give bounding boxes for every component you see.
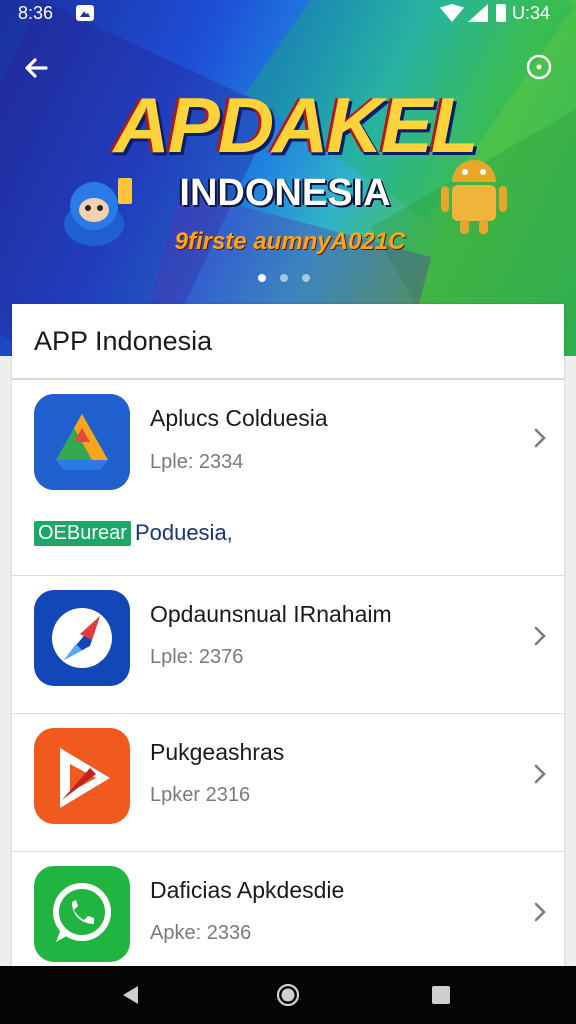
carousel-dot[interactable] [280, 274, 288, 282]
arrow-left-icon[interactable] [20, 52, 52, 84]
app-name: Pukgeashras [150, 739, 285, 765]
banner-tagline: 9firste aumnyA021C [174, 228, 406, 255]
carousel-indicator[interactable] [258, 274, 318, 284]
tag-text: Poduesia, [134, 520, 233, 545]
recents-square-icon[interactable] [431, 985, 451, 1005]
banner-title: APDAKEL [113, 81, 478, 169]
play-triangle-icon [34, 728, 130, 824]
app-name: Daficias Apkdesdie [150, 877, 345, 903]
chevron-right-icon [534, 428, 546, 448]
app-list-card: APP Indonesia Aplucs Colduesia Lple: 233… [12, 304, 564, 974]
app-meta: Apke: 2336 [150, 922, 252, 944]
chevron-right-icon [534, 902, 546, 922]
list-item[interactable]: Aplucs Colduesia Lple: 2334 OEBurear Pod… [12, 380, 564, 576]
signal-icon [468, 4, 488, 22]
tag-line: OEBurear Poduesia, [34, 520, 233, 546]
status-bar: 8:36 U:34 [0, 0, 576, 28]
whatsapp-icon [34, 866, 130, 962]
section-header: APP Indonesia [12, 304, 564, 380]
ninja-mascot-icon [64, 178, 132, 246]
list-item[interactable]: Daficias Apkdesdie Apke: 2336 [12, 852, 564, 970]
image-notification-icon [76, 5, 94, 21]
app-screen: APDAKEL INDONESIA 9firste aumnyA021C 8:3… [0, 0, 576, 1024]
wifi-icon [440, 4, 464, 22]
battery-icon [496, 4, 506, 22]
home-circle-icon[interactable] [276, 983, 300, 1007]
app-name: Opdaunsnual IRnahaim [150, 601, 392, 627]
app-name: Aplucs Colduesia [150, 405, 328, 431]
tag-badge: OEBurear [34, 520, 131, 546]
rocket-icon [34, 590, 130, 686]
list-item[interactable]: Pukgeashras Lpker 2316 [12, 714, 564, 852]
back-triangle-icon[interactable] [120, 984, 142, 1006]
list-item[interactable]: Opdaunsnual IRnahaim Lple: 2376 [12, 576, 564, 714]
chevron-right-icon [534, 626, 546, 646]
settings-circle-icon[interactable] [524, 52, 554, 82]
status-time: 8:36 [18, 3, 54, 23]
hero-banner[interactable]: APDAKEL INDONESIA 9firste aumnyA021C [0, 0, 576, 356]
drive-triangle-icon [34, 394, 130, 490]
chevron-right-icon [534, 764, 546, 784]
app-meta: Lple: 2334 [150, 451, 244, 473]
app-meta: Lpker 2316 [150, 784, 251, 806]
system-nav-bar [0, 966, 576, 1024]
banner-subtitle: INDONESIA [179, 172, 391, 214]
status-time-right: U:34 [512, 3, 551, 23]
carousel-dot[interactable] [302, 274, 310, 282]
app-meta: Lple: 2376 [150, 646, 244, 668]
carousel-dot[interactable] [258, 274, 266, 282]
